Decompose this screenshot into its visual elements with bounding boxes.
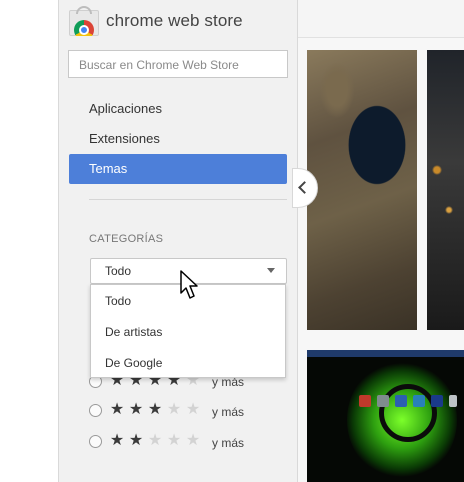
star-empty-icon: ★ [185, 432, 201, 449]
star-icon: ★ [109, 401, 125, 418]
rating-radio-2[interactable] [89, 435, 102, 448]
rating-suffix: y más [212, 405, 245, 419]
star-empty-icon: ★ [147, 432, 163, 449]
category-select-value: Todo [105, 264, 132, 278]
star-icon: ★ [128, 401, 144, 418]
nav-item-extensiones[interactable]: Extensiones [69, 124, 287, 154]
search-placeholder: Buscar en Chrome Web Store [79, 58, 239, 72]
rating-radio-3[interactable] [89, 404, 102, 417]
chrome-web-store-logo[interactable] [69, 6, 99, 36]
sidebar-divider [89, 199, 287, 200]
theme-thumbnail[interactable] [307, 350, 464, 482]
nav-item-temas[interactable]: Temas [69, 154, 287, 184]
dropdown-option-de-artistas[interactable]: De artistas [105, 325, 162, 339]
star-icon: ★ [147, 401, 163, 418]
caret-down-icon [267, 268, 275, 273]
star-empty-icon: ★ [166, 432, 182, 449]
star-empty-icon: ★ [166, 401, 182, 418]
star-icon: ★ [128, 432, 144, 449]
dropdown-option-todo[interactable]: Todo [105, 294, 131, 308]
theme-thumbnail[interactable] [427, 50, 464, 330]
sidebar: chrome web store Buscar en Chrome Web St… [58, 0, 298, 482]
store-title[interactable]: chrome web store [106, 11, 243, 31]
main-topbar [298, 0, 464, 38]
nav-item-aplicaciones[interactable]: Aplicaciones [69, 94, 287, 124]
chevron-left-icon [298, 181, 311, 194]
dropdown-option-de-google[interactable]: De Google [105, 356, 162, 370]
mouse-pointer-icon [180, 270, 198, 299]
rating-suffix: y más [212, 436, 245, 450]
star-empty-icon: ★ [185, 401, 201, 418]
left-gutter [0, 0, 58, 482]
theme-thumbnail[interactable] [307, 50, 417, 330]
categories-heading: CATEGORÍAS [89, 233, 164, 245]
star-icon: ★ [109, 432, 125, 449]
